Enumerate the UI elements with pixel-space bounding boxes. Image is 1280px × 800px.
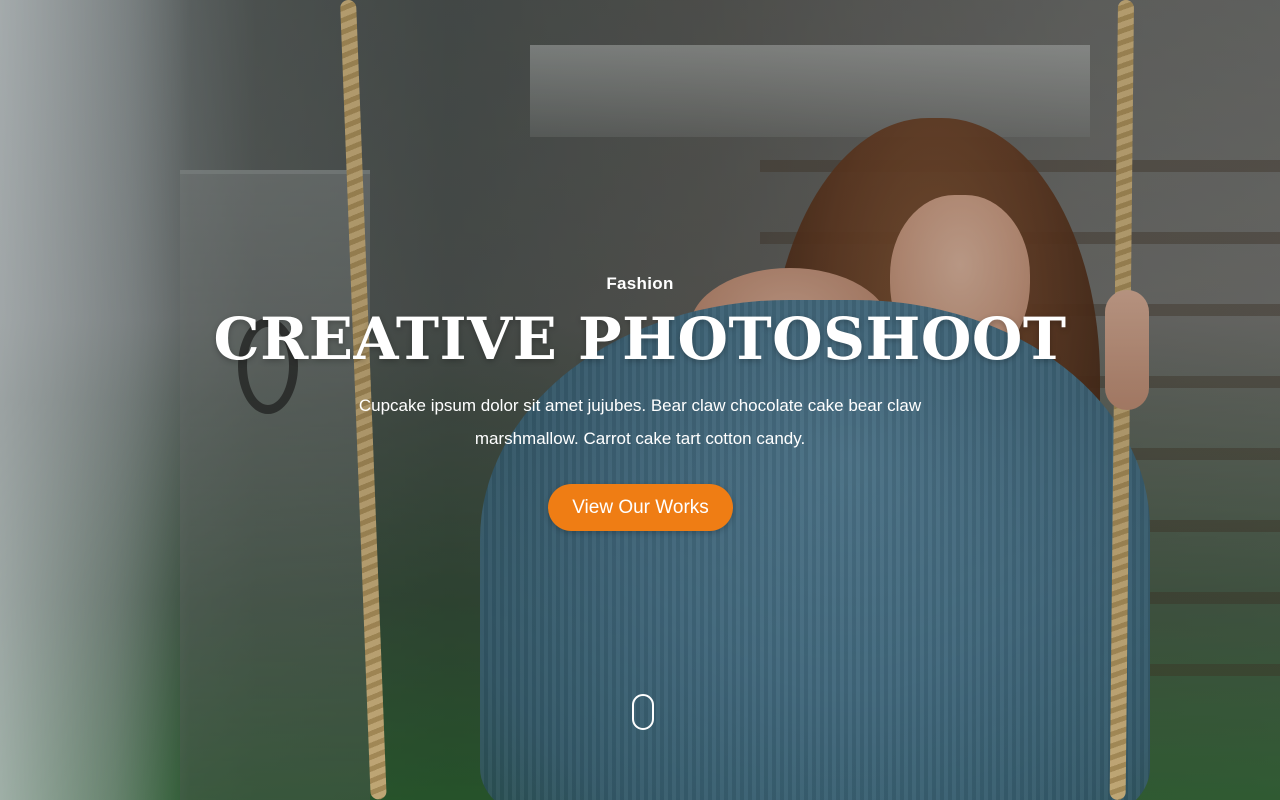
hero-section: Fashion CREATIVE PHOTOSHOOT Cupcake ipsu… <box>0 0 1280 800</box>
hero-content: Fashion CREATIVE PHOTOSHOOT Cupcake ipsu… <box>0 0 1280 800</box>
view-our-works-button[interactable]: View Our Works <box>548 484 733 531</box>
hero-eyebrow: Fashion <box>606 274 674 293</box>
mouse-scroll-icon[interactable] <box>632 694 654 730</box>
hero-title: CREATIVE PHOTOSHOOT <box>213 305 1067 373</box>
hero-description: Cupcake ipsum dolor sit amet jujubes. Be… <box>358 396 922 448</box>
